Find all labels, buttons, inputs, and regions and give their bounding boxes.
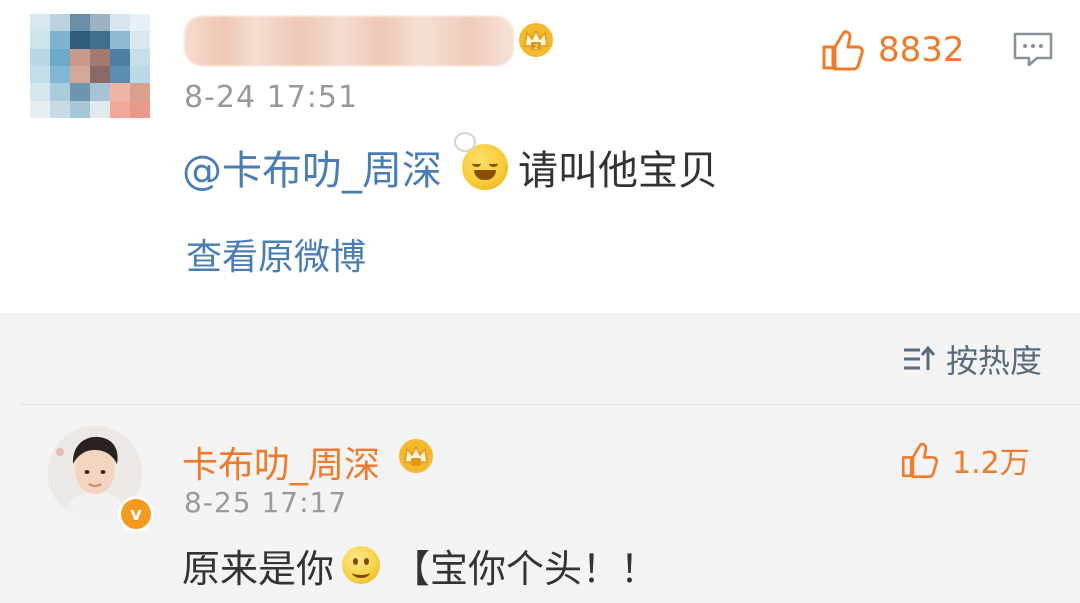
reply-text-part2: 【宝你个头！！ (392, 546, 659, 591)
view-original-link[interactable]: 查看原微博 (186, 228, 366, 280)
like-button[interactable]: 8832 (818, 26, 965, 74)
blurred-username[interactable] (184, 16, 514, 66)
emoji-icon (454, 132, 508, 190)
sort-control[interactable]: 按热度 (902, 336, 1042, 382)
thumbs-up-icon (822, 30, 864, 71)
reply-time: 8-25 17:17 (184, 486, 348, 519)
reply-like-count: 1.2万 (952, 446, 1030, 481)
like-count: 8832 (878, 30, 965, 70)
comment-body: 请叫他宝贝 (518, 148, 718, 194)
mention-link[interactable]: @卡布叻_周深 (182, 138, 442, 196)
sort-icon (903, 345, 936, 370)
crown-badge-icon (399, 439, 433, 473)
sort-label: 按热度 (945, 342, 1042, 380)
comment-time: 8-24 17:51 (184, 80, 359, 115)
reply-username[interactable]: 卡布叻_周深 (182, 436, 380, 488)
avatar[interactable] (30, 14, 150, 118)
reply-text-part1: 原来是你 (182, 546, 335, 591)
thumbs-up-icon (901, 442, 939, 478)
smile-emoji-icon (342, 546, 381, 584)
comment-icon[interactable] (1012, 30, 1054, 70)
comment-text: @卡布叻_周深 请叫他宝贝 (182, 132, 718, 196)
divider (20, 404, 1080, 405)
reply-text: 原来是你 【宝你个头！！ (182, 540, 659, 591)
svg-text:2: 2 (534, 43, 538, 51)
crown-badge-icon: 2 (519, 23, 553, 57)
reply-like-button[interactable]: 1.2万 (898, 438, 1030, 482)
verified-v-icon: v (118, 496, 154, 532)
